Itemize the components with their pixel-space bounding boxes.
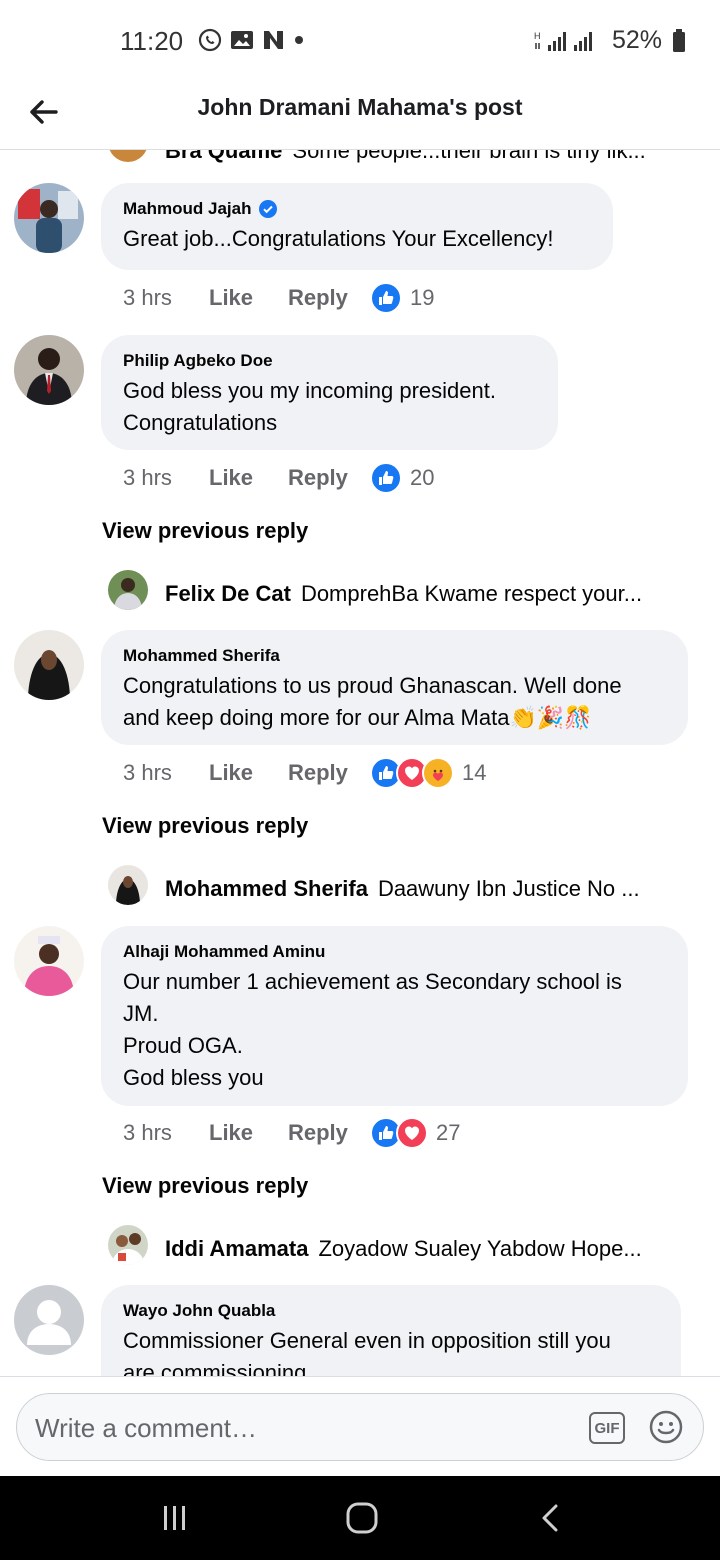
avatar[interactable] [108,1225,148,1265]
comment-text: Congratulations to us proud Ghanascan. W… [123,673,622,730]
like-button[interactable]: Like [209,1120,288,1146]
reply-button[interactable]: Reply [288,285,370,311]
system-nav-bar [0,1476,720,1560]
like-button[interactable]: Like [209,760,288,786]
home-button[interactable] [342,1498,382,1538]
reply-preview[interactable]: Felix De Cat DomprehBa Kwame respect your… [165,581,685,607]
comment-author[interactable]: Mahmoud Jajah [123,199,591,219]
notification-icons [198,28,304,52]
comment-text: Our number 1 achievement as Secondary sc… [123,969,622,1090]
comment-time[interactable]: 3 hrs [123,285,209,311]
post-header: John Dramani Mahama's post [0,80,720,150]
avatar[interactable] [108,570,148,610]
comment-text: God bless you my incoming president. Con… [123,378,496,435]
love-reaction-icon [396,1117,428,1149]
home-icon [346,1502,378,1534]
comment-input-container[interactable]: GIF [16,1393,704,1461]
battery-percent: 52% [611,26,662,54]
avatar[interactable] [14,630,84,700]
reply-author: Mohammed Sherifa [165,876,368,901]
comment-composer: GIF [0,1376,720,1476]
reply-button[interactable]: Reply [288,760,370,786]
care-reaction-icon [422,757,454,789]
comment-author[interactable]: Alhaji Mohammed Aminu [123,942,666,962]
signal-icon: H [534,31,592,51]
comment-author[interactable]: Wayo John Quabla [123,1301,659,1321]
page-title: John Dramani Mahama's post [197,94,523,120]
avatar[interactable] [14,926,84,996]
status-bar: 11:20 H 52% [0,0,720,80]
status-right: H 52% [534,26,686,55]
dot-icon [295,36,303,44]
reply-text: Some people...their brain is tiny lik... [292,150,646,163]
status-time: 11:20 [120,26,184,56]
view-previous-reply[interactable]: View previous reply [102,518,308,544]
verified-icon [259,200,278,218]
emoji-icon[interactable] [649,1410,683,1444]
recents-button[interactable] [155,1498,195,1538]
comment-text: Great job...Congratulations Your Excelle… [123,226,554,251]
comment-bubble[interactable]: Alhaji Mohammed Aminu Our number 1 achie… [101,926,688,1106]
reaction-count: 27 [436,1120,461,1145]
comment-time[interactable]: 3 hrs [123,465,209,491]
reactions[interactable]: 27 [370,1117,460,1149]
avatar[interactable] [14,183,84,253]
gif-button[interactable]: GIF [589,1412,625,1444]
reply-preview[interactable]: Mohammed Sherifa Daawuny Ibn Justice No .… [165,876,685,902]
back-nav-icon [542,1504,558,1532]
comment-time[interactable]: 3 hrs [123,760,209,786]
comment-actions: 3 hrs Like Reply 27 [123,1116,460,1150]
reply-text: Daawuny Ibn Justice No ... [377,876,640,901]
reply-preview[interactable]: Iddi Amamata Zoyadow Sualey Yabdow Hope..… [165,1236,685,1262]
back-nav-button[interactable] [530,1498,570,1538]
avatar[interactable] [14,1285,84,1355]
reply-preview[interactable]: Bra Quame Some people...their brain is ti… [165,150,685,164]
comments-feed[interactable]: Bra Quame Some people...their brain is ti… [0,150,720,1376]
view-previous-reply[interactable]: View previous reply [102,1173,308,1199]
reaction-count: 20 [410,465,435,490]
gallery-icon [231,31,253,49]
view-previous-reply[interactable]: View previous reply [102,813,308,839]
comment-author[interactable]: Mohammed Sherifa [123,646,666,666]
reaction-count: 14 [462,760,487,785]
reply-text: DomprehBa Kwame respect your... [300,581,643,606]
comment-time[interactable]: 3 hrs [123,1120,209,1146]
comment-author[interactable]: Philip Agbeko Doe [123,351,536,371]
whatsapp-icon [198,28,222,52]
reply-author: Iddi Amamata [165,1236,309,1261]
avatar[interactable] [14,335,84,405]
reply-button[interactable]: Reply [288,1120,370,1146]
avatar[interactable] [108,865,148,905]
n-app-icon [264,31,283,49]
avatar[interactable] [108,150,148,162]
comment-bubble[interactable]: Mahmoud Jajah Great job...Congratulation… [101,183,613,270]
comment-input[interactable] [35,1406,575,1450]
comment-actions: 3 hrs Like Reply 19 [123,281,434,315]
reactions[interactable]: 19 [370,282,434,314]
reactions[interactable]: 14 [370,757,486,789]
like-button[interactable]: Like [209,285,288,311]
comment-text: Commissioner General even in opposition … [123,1328,611,1376]
comment-bubble[interactable]: Mohammed Sherifa Congratulations to us p… [101,630,688,745]
reply-author: Felix De Cat [165,581,291,606]
like-button[interactable]: Like [209,465,288,491]
reply-button[interactable]: Reply [288,465,370,491]
gif-icon: GIF [594,1419,620,1437]
recents-icon [164,1506,185,1530]
like-reaction-icon [370,462,402,494]
like-reaction-icon [370,282,402,314]
battery-icon [673,28,685,52]
reactions[interactable]: 20 [370,462,434,494]
svg-text:H: H [534,31,541,41]
reaction-count: 19 [410,285,435,310]
comment-actions: 3 hrs Like Reply 14 [123,756,486,790]
reply-text: Zoyadow Sualey Yabdow Hope... [318,1236,642,1261]
comment-actions: 3 hrs Like Reply 20 [123,461,434,495]
comment-bubble[interactable]: Wayo John Quabla Commissioner General ev… [101,1285,681,1376]
comment-bubble[interactable]: Philip Agbeko Doe God bless you my incom… [101,335,558,450]
reply-author: Bra Quame [165,150,283,163]
